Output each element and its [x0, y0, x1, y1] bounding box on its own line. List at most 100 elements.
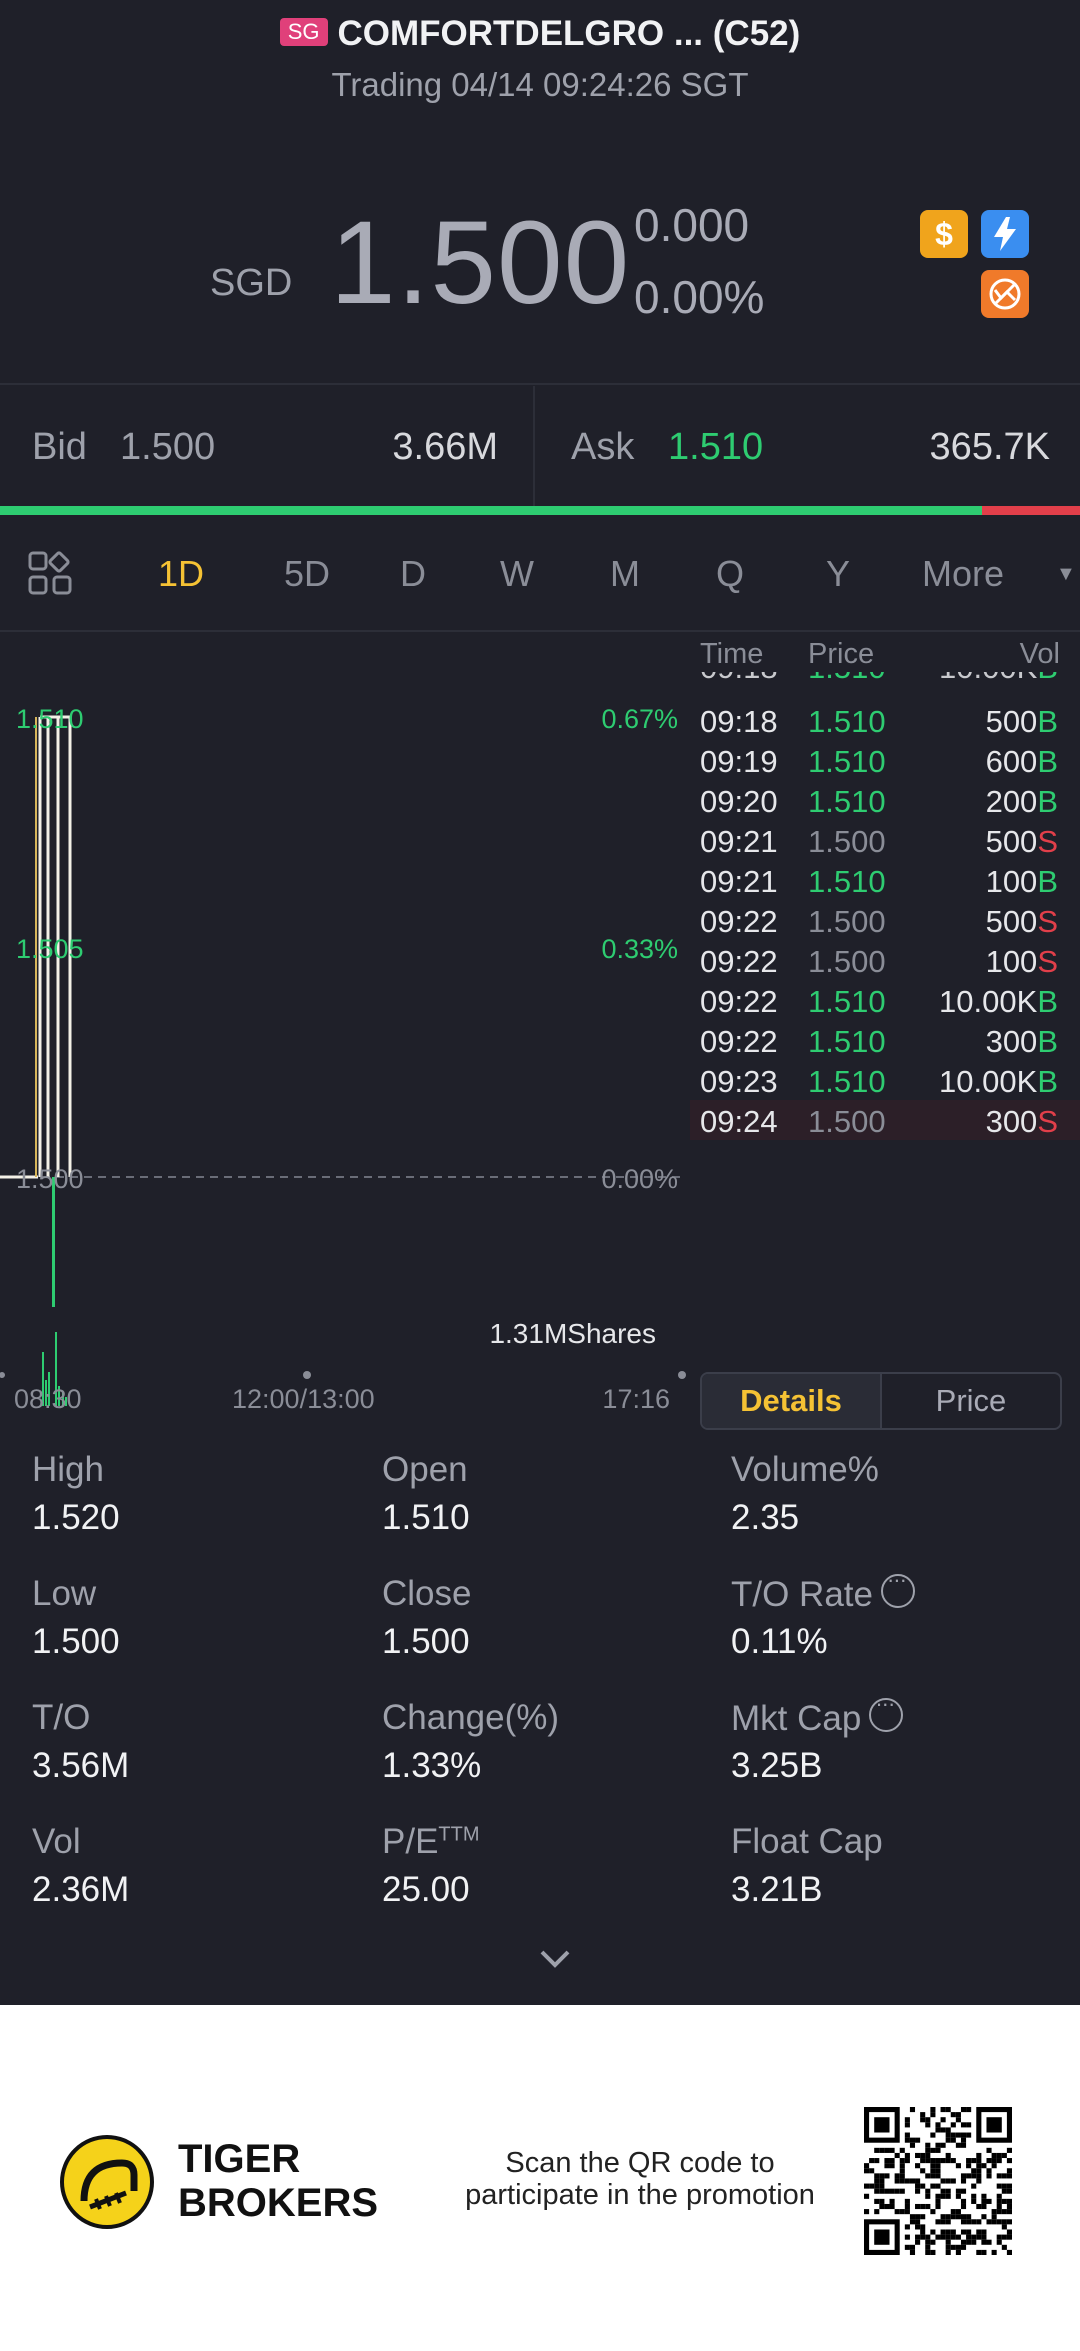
tick-side: S: [1037, 1104, 1058, 1139]
ask-size: 365.7K: [929, 426, 1050, 468]
tick-volume: 500S: [985, 824, 1058, 859]
divider: [0, 383, 1080, 385]
tab-y[interactable]: Y: [826, 553, 850, 595]
tick-time: 09:21: [700, 864, 778, 899]
stat-label: Float Cap: [731, 1822, 883, 1861]
tick-price: 1.510: [808, 984, 886, 1019]
stat-value: 1.510: [382, 1498, 470, 1537]
market-badge: SG: [279, 18, 328, 46]
time-label-midday: 12:00/13:00: [232, 1384, 375, 1414]
ask-depth-bar: [982, 506, 1080, 515]
dollar-icon[interactable]: $: [920, 210, 968, 258]
bid-size: 3.66M: [392, 426, 498, 468]
divider: [533, 386, 535, 506]
tick-volume: 600B: [985, 744, 1058, 779]
stat-value: 1.520: [32, 1498, 120, 1537]
pct-label-low: 0.00%: [601, 1164, 678, 1194]
tick-volume: 10.00KB: [939, 1064, 1058, 1099]
tab-q[interactable]: Q: [716, 553, 744, 595]
price-label-mid: 1.505: [16, 934, 84, 964]
stat-label: Change(%): [382, 1698, 560, 1737]
tick-volume: 200B: [985, 784, 1058, 819]
tick-row: 09:24 1.500 300S: [690, 1100, 1080, 1140]
tick-volume: 300S: [985, 1104, 1058, 1139]
tab-1d[interactable]: 1D: [158, 553, 204, 595]
tick-time: 09:19: [700, 744, 778, 779]
stock-name: COMFORTDELGRO ... (C52): [337, 14, 801, 53]
stat-label: Vol: [32, 1822, 81, 1861]
tick-volume: 500B: [985, 704, 1058, 739]
price-change: 0.000: [634, 199, 750, 251]
stock-title: SG COMFORTDELGRO ... (C52): [0, 14, 1080, 64]
qr-code-icon: [864, 2107, 1012, 2255]
intraday-chart[interactable]: 1.510 1.505 1.500 0.67% 0.33% 0.00% 1.31…: [0, 632, 690, 1422]
bid-price: 1.500: [120, 426, 216, 468]
no-short-icon[interactable]: [981, 270, 1029, 318]
time-label-open: 08:30: [14, 1384, 82, 1414]
clipped-tick-row: 09:18 1.510 10.00KB: [690, 672, 1080, 686]
info-icon[interactable]: [869, 1691, 904, 1732]
ask-label: Ask: [571, 426, 635, 468]
price-button[interactable]: Price: [882, 1374, 1060, 1428]
stat-label-sup: TTM: [438, 1823, 480, 1846]
tick-price: 1.510: [808, 784, 886, 819]
ask-price: 1.510: [668, 426, 764, 468]
tick-side: B: [1037, 744, 1058, 779]
tick-row: 09:22 1.510 10.00KB: [690, 980, 1080, 1020]
tick-price: 1.510: [808, 704, 886, 739]
stat-label: Low: [32, 1574, 97, 1613]
tick-price: 1.510: [808, 1024, 886, 1059]
tick-row: 09:22 1.500 100S: [690, 940, 1080, 980]
chevron-down-icon[interactable]: ▼: [1056, 563, 1076, 586]
tab-w[interactable]: W: [500, 553, 534, 595]
tick-side: B: [1037, 1024, 1058, 1059]
details-button[interactable]: Details: [702, 1374, 882, 1428]
tick-time: 09:20: [700, 784, 778, 819]
tab-d[interactable]: D: [400, 553, 426, 595]
tick-row: 09:23 1.510 10.00KB: [690, 1060, 1080, 1100]
price-change-pct: 0.00%: [634, 271, 765, 323]
info-icon[interactable]: [880, 1567, 915, 1608]
stat-label: Mkt Cap: [731, 1691, 904, 1739]
tick-price: 1.500: [808, 904, 886, 939]
tick-row: 09:19 1.510 600B: [690, 740, 1080, 780]
tick-row: 09:22 1.500 500S: [690, 900, 1080, 940]
tick-price: 1.510: [808, 864, 886, 899]
period-tabs: 1D 5D D W M Q Y More ▼: [0, 515, 1080, 630]
stat-value: 3.56M: [32, 1746, 130, 1785]
promo-text: Scan the QR code to participate in the p…: [465, 2147, 815, 2211]
expand-chevron-icon[interactable]: [538, 1948, 572, 1975]
trading-status: Trading 04/14 09:24:26 SGT: [331, 66, 749, 103]
price-label-low: 1.500: [16, 1164, 84, 1194]
stat-value: 25.00: [382, 1870, 470, 1909]
brand-name: TIGER BROKERS: [178, 2137, 379, 2225]
stat-label: Close: [382, 1574, 472, 1613]
tick-side: S: [1037, 904, 1058, 939]
tick-volume: 10.00KB: [939, 984, 1058, 1019]
volume-label: 1.31MShares: [489, 1318, 656, 1349]
tab-m[interactable]: M: [610, 553, 640, 595]
tab-more[interactable]: More: [922, 553, 1004, 595]
tab-5d[interactable]: 5D: [284, 553, 330, 595]
last-price: 1.500: [330, 197, 631, 329]
tick-side: S: [1037, 824, 1058, 859]
bid-depth-bar: [0, 506, 982, 515]
stat-value: 1.500: [382, 1622, 470, 1661]
tick-side: B: [1037, 704, 1058, 739]
tick-side: B: [1037, 984, 1058, 1019]
tick-time: 09:21: [700, 824, 778, 859]
volume-bars: [42, 1177, 67, 1406]
lightning-icon[interactable]: [981, 210, 1029, 258]
price-label-high: 1.510: [16, 704, 84, 734]
ticks-header-vol: Vol: [1019, 638, 1060, 670]
price-chart: [0, 715, 686, 1406]
layout-grid-icon[interactable]: [28, 551, 72, 600]
bid-label: Bid: [32, 426, 87, 468]
tiger-logo-icon: [60, 2135, 154, 2229]
ticks-header-price: Price: [808, 638, 875, 670]
stat-value: 1.33%: [382, 1746, 482, 1785]
stat-label: Volume%: [731, 1450, 879, 1489]
tick-time: 09:22: [700, 904, 778, 939]
tick-price: 1.500: [808, 824, 886, 859]
tick-row: 09:22 1.510 300B: [690, 1020, 1080, 1060]
